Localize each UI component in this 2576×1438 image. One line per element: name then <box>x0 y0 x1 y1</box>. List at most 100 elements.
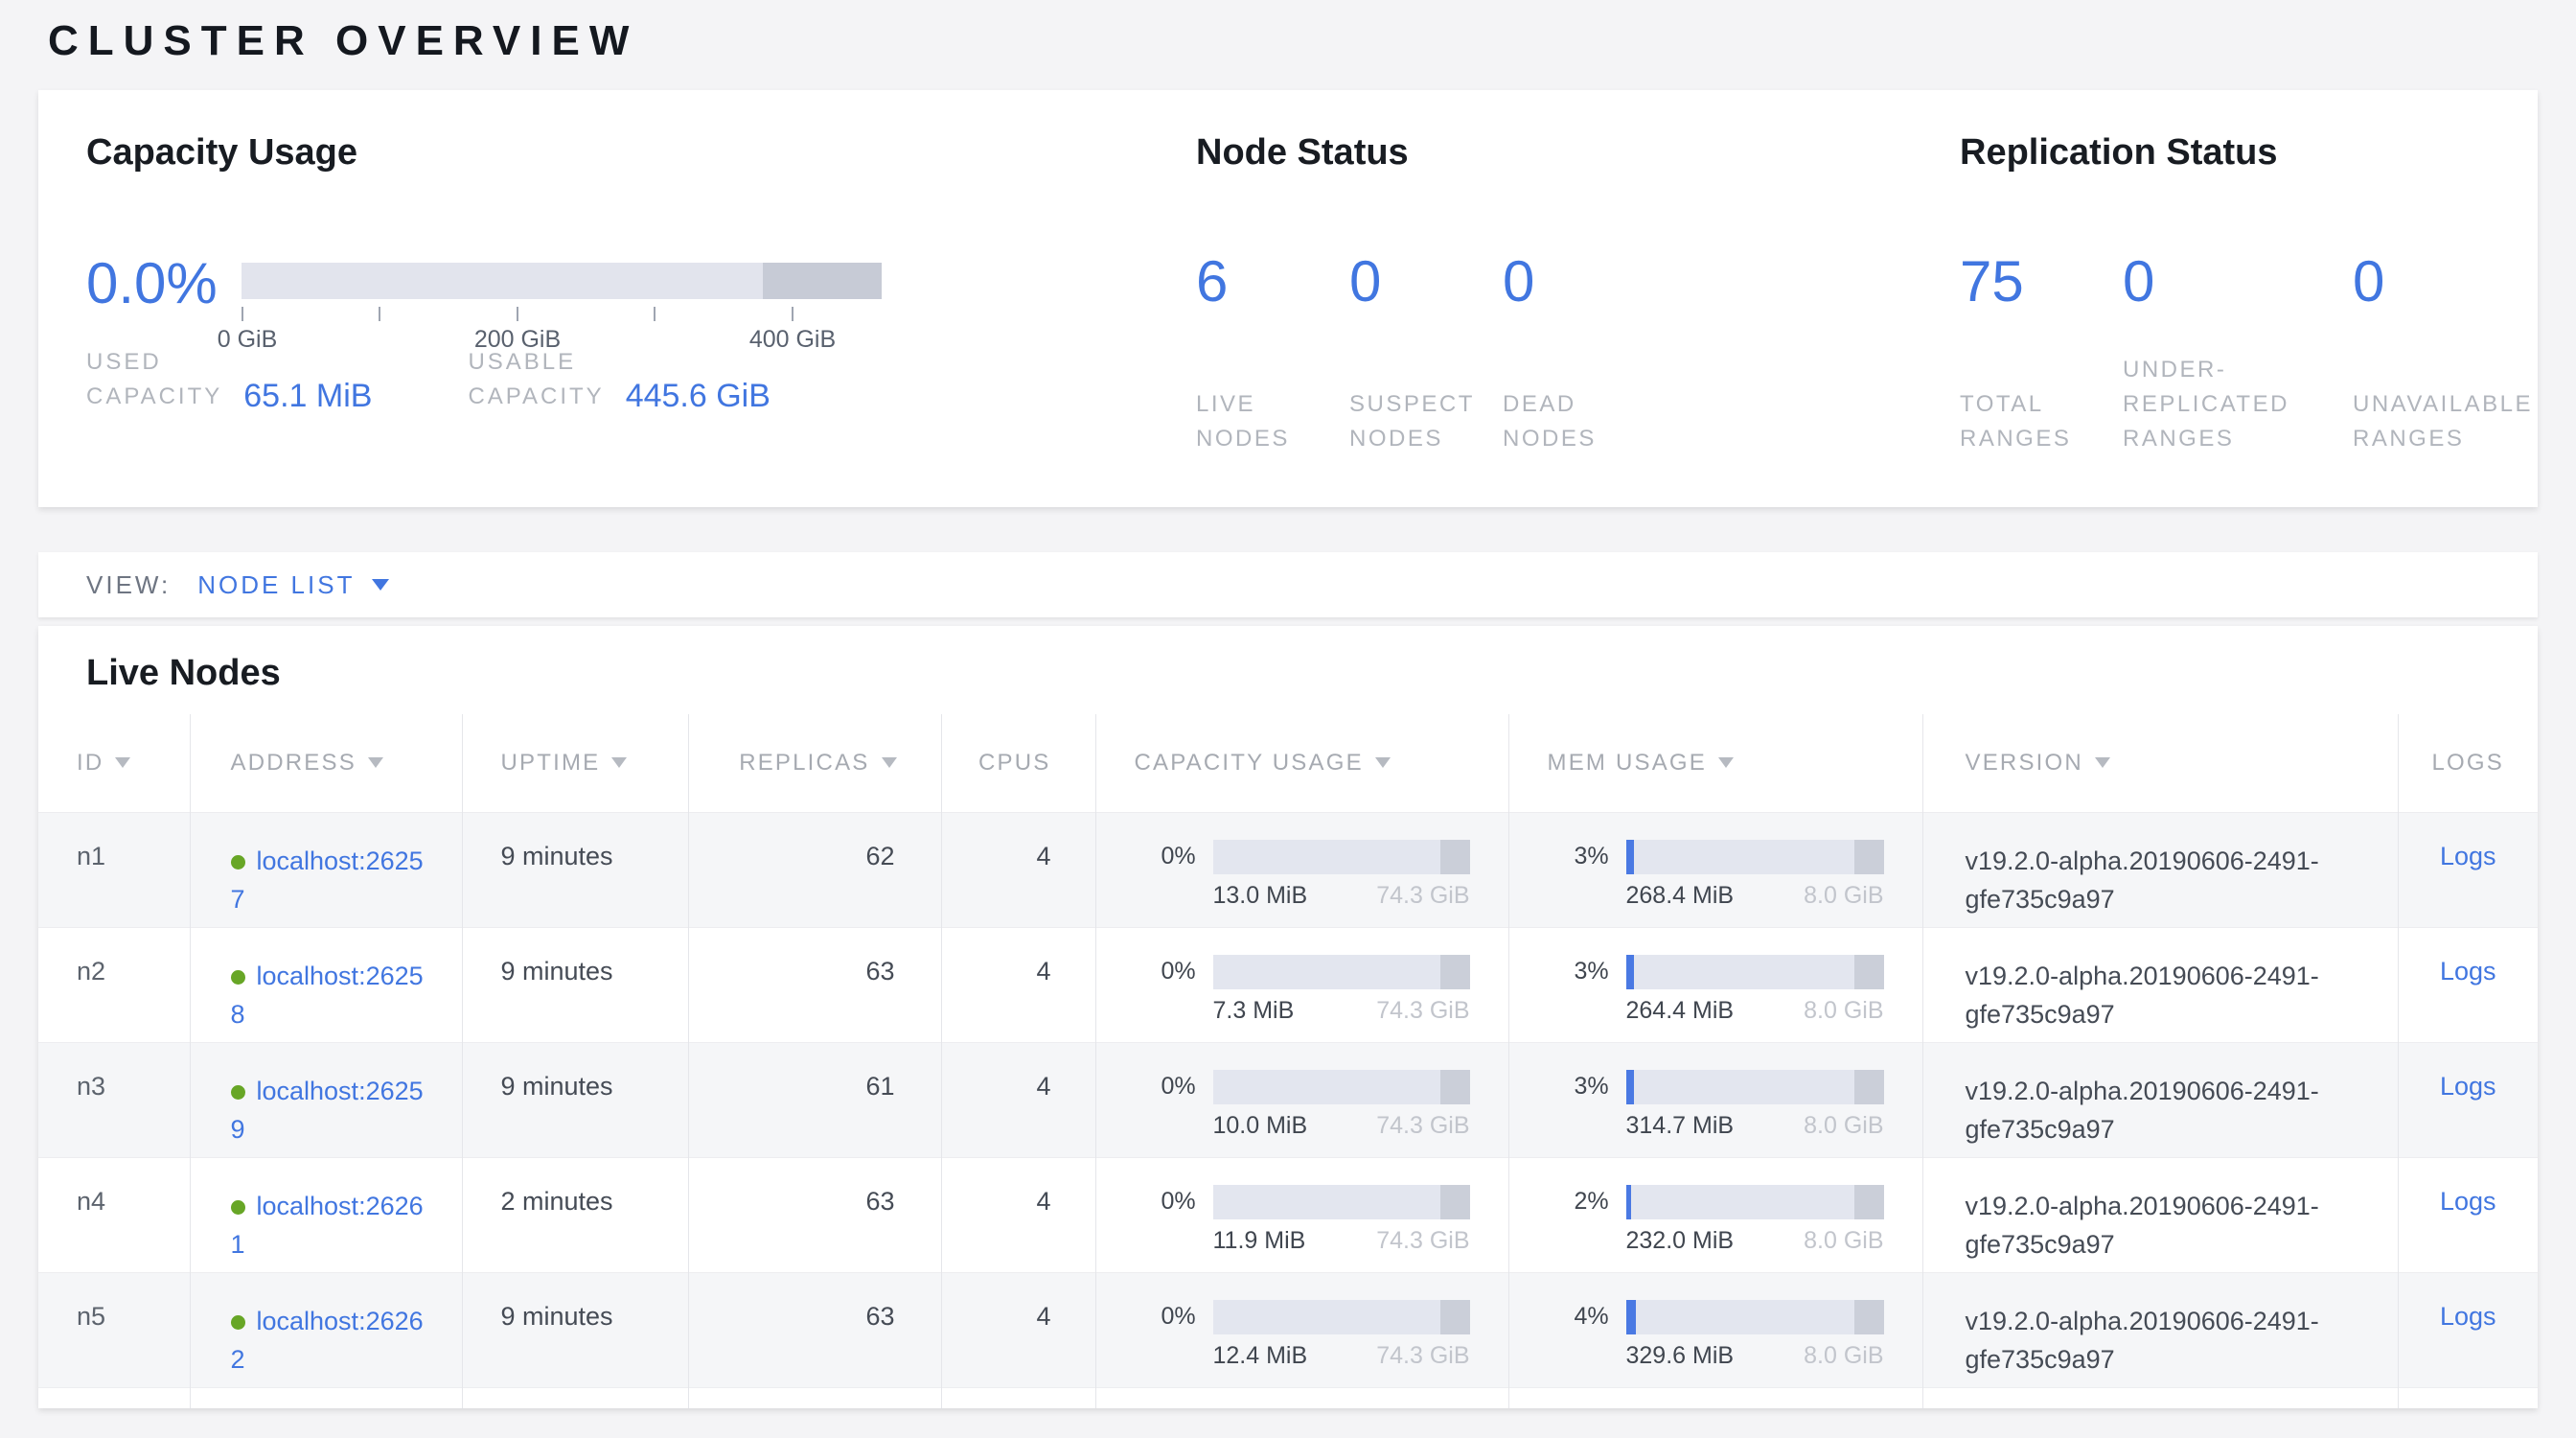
node-mem-usage-cell: 4% 329.6 MiB 8.0 GiB <box>1508 1272 1922 1387</box>
table-row: n1 localhost:26257 9 minutes 62 4 0% 13.… <box>38 812 2538 927</box>
node-replicas-cell: 63 <box>688 1272 941 1387</box>
mem-percent: 3% <box>1575 958 1621 986</box>
mem-bar-endcap <box>1854 955 1884 989</box>
used-capacity-label: USED CAPACITY <box>86 345 222 414</box>
capacity-used-value: 7.3 MiB <box>1213 997 1295 1025</box>
column-header-uptime[interactable]: UPTIME <box>462 714 688 812</box>
mem-percent: 4% <box>1575 1303 1621 1331</box>
node-version-cell: v19.2.0-alpha.20190606-2491-gfe735c9a97 <box>1922 1157 2398 1272</box>
dead-nodes-count: 0 <box>1503 253 1597 311</box>
node-address-link[interactable]: localhost:26258 <box>231 962 424 1030</box>
capacity-usage-bar: 0 GiB 200 GiB 400 GiB <box>242 263 882 313</box>
mem-total-value: 8.0 GiB <box>1804 1342 1883 1370</box>
mem-used-value: 264.4 MiB <box>1626 997 1735 1025</box>
view-dropdown-value[interactable]: NODE LIST <box>197 570 355 600</box>
axis-tick-label: 400 GiB <box>749 326 836 354</box>
axis-tick <box>792 307 794 321</box>
replication-status-stats: 75 TOTAL RANGES 0 UNDER- REPLICATED RANG… <box>1960 253 2538 456</box>
live-status-dot-icon <box>231 1085 245 1100</box>
node-id-cell: n2 <box>38 927 190 1042</box>
column-header-cpus: CPUS <box>941 714 1095 812</box>
logs-link[interactable]: Logs <box>2440 842 2496 870</box>
cluster-overview-page: CLUSTER OVERVIEW Capacity Usage 0.0% 0 G… <box>0 0 2576 1438</box>
node-cpus-cell: 4 <box>941 1272 1095 1387</box>
column-header-version[interactable]: VERSION <box>1922 714 2398 812</box>
node-replicas-cell: 62 <box>688 812 941 927</box>
table-row-partial <box>38 1387 2538 1408</box>
sort-arrow-icon <box>2095 757 2110 768</box>
mem-bar <box>1626 1070 1884 1104</box>
view-dropdown[interactable]: NODE LIST <box>197 570 389 600</box>
node-id-cell: n4 <box>38 1157 190 1272</box>
mem-used-value: 268.4 MiB <box>1626 882 1735 910</box>
column-header-capacity-usage[interactable]: CAPACITY USAGE <box>1095 714 1508 812</box>
node-logs-cell: Logs <box>2398 927 2538 1042</box>
node-uptime-cell: 9 minutes <box>462 1042 688 1157</box>
capacity-used-value: 12.4 MiB <box>1213 1342 1308 1370</box>
column-header-replicas[interactable]: REPLICAS <box>688 714 941 812</box>
mem-bar-fill <box>1626 1070 1634 1104</box>
total-ranges-stat: 75 TOTAL RANGES <box>1960 253 2123 456</box>
sort-arrow-icon <box>1375 757 1391 768</box>
capacity-bar-track <box>242 263 882 299</box>
view-label: VIEW: <box>86 570 171 600</box>
logs-link[interactable]: Logs <box>2440 1072 2496 1101</box>
node-uptime-cell: 2 minutes <box>462 1157 688 1272</box>
node-cpus-cell: 4 <box>941 1157 1095 1272</box>
table-row: n2 localhost:26258 9 minutes 63 4 0% 7.3… <box>38 927 2538 1042</box>
node-logs-cell: Logs <box>2398 1157 2538 1272</box>
logs-link[interactable]: Logs <box>2440 957 2496 986</box>
logs-link[interactable]: Logs <box>2440 1302 2496 1331</box>
node-logs-cell: Logs <box>2398 1272 2538 1387</box>
mem-bar <box>1626 955 1884 989</box>
page-title: CLUSTER OVERVIEW <box>0 0 2576 65</box>
suspect-nodes-stat: 0 SUSPECT NODES <box>1349 253 1503 456</box>
mem-bar <box>1626 1185 1884 1219</box>
table-header-row: ID ADDRESS UPTIME REPLICAS CPUS <box>38 714 2538 812</box>
capacity-bar-endcap <box>1440 1185 1470 1219</box>
dead-nodes-stat: 0 DEAD NODES <box>1503 253 1597 456</box>
node-address-link[interactable]: localhost:26261 <box>231 1192 424 1260</box>
node-capacity-usage-cell: 0% 11.9 MiB 74.3 GiB <box>1095 1157 1508 1272</box>
node-mem-usage-cell: 3% 314.7 MiB 8.0 GiB <box>1508 1042 1922 1157</box>
axis-tick-label: 200 GiB <box>474 326 561 354</box>
capacity-bar-endcap <box>1440 955 1470 989</box>
sort-arrow-icon <box>611 757 627 768</box>
capacity-percent: 0% <box>1162 843 1208 870</box>
capacity-usage-percent: 0.0% <box>86 255 242 313</box>
used-capacity-value: 65.1 MiB <box>243 379 372 414</box>
capacity-bar <box>1213 1300 1470 1334</box>
live-status-dot-icon <box>231 970 245 985</box>
node-address-link[interactable]: localhost:26262 <box>231 1307 424 1375</box>
unavailable-ranges-label: UNAVAILABLE RANGES <box>2353 387 2533 456</box>
under-replicated-ranges-label: UNDER- REPLICATED RANGES <box>2123 353 2353 456</box>
capacity-total-value: 74.3 GiB <box>1376 882 1469 910</box>
column-header-id[interactable]: ID <box>38 714 190 812</box>
node-version-cell: v19.2.0-alpha.20190606-2491-gfe735c9a97 <box>1922 812 2398 927</box>
column-header-mem-usage[interactable]: MEM USAGE <box>1508 714 1922 812</box>
capacity-bar-endcap <box>1440 1070 1470 1104</box>
capacity-used-value: 10.0 MiB <box>1213 1112 1308 1140</box>
table-row: n3 localhost:26259 9 minutes 61 4 0% 10.… <box>38 1042 2538 1157</box>
table-row: n4 localhost:26261 2 minutes 63 4 0% 11.… <box>38 1157 2538 1272</box>
mem-percent: 3% <box>1575 1073 1621 1101</box>
mem-used-value: 314.7 MiB <box>1626 1112 1735 1140</box>
sort-arrow-icon <box>1718 757 1734 768</box>
capacity-bar <box>1213 1185 1470 1219</box>
live-status-dot-icon <box>231 1315 245 1330</box>
live-nodes-count: 6 <box>1196 253 1349 311</box>
node-replicas-cell: 61 <box>688 1042 941 1157</box>
column-header-address[interactable]: ADDRESS <box>190 714 462 812</box>
node-address-cell: localhost:26259 <box>190 1042 462 1157</box>
node-id-cell: n3 <box>38 1042 190 1157</box>
total-ranges-count: 75 <box>1960 253 2123 311</box>
axis-tick <box>517 307 518 321</box>
logs-link[interactable]: Logs <box>2440 1187 2496 1216</box>
live-nodes-stat: 6 LIVE NODES <box>1196 253 1349 456</box>
node-address-link[interactable]: localhost:26259 <box>231 1077 424 1145</box>
axis-tick-label: 0 GiB <box>218 326 278 354</box>
mem-total-value: 8.0 GiB <box>1804 1227 1883 1255</box>
node-address-link[interactable]: localhost:26257 <box>231 847 424 915</box>
mem-bar <box>1626 1300 1884 1334</box>
capacity-percent: 0% <box>1162 1073 1208 1101</box>
